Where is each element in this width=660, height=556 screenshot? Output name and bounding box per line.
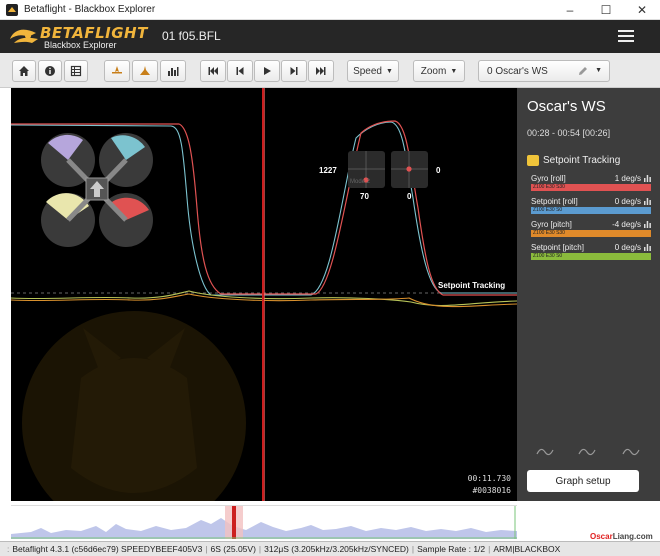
- betaflight-app-icon: [6, 3, 18, 16]
- table-icon: [70, 65, 82, 77]
- window-title-bar: Betaflight - Blackbox Explorer – ☐ ✕: [0, 0, 660, 20]
- stick-left-bottom-value: 70: [360, 192, 369, 201]
- graph-group-title[interactable]: Setpoint Tracking: [527, 155, 620, 166]
- step-back-icon: [236, 67, 244, 75]
- field-name: Gyro [roll]: [531, 174, 566, 183]
- field-value: 1 deg/s: [614, 174, 641, 183]
- field-value: -4 deg/s: [612, 220, 641, 229]
- stick-left-top-value: 1227: [319, 166, 337, 175]
- stick-right-bottom-value: 0: [407, 192, 412, 201]
- tripod-icon: [140, 66, 150, 75]
- speed-dropdown[interactable]: Speed ▼: [347, 60, 399, 82]
- craft-diagram: [41, 133, 153, 247]
- legend-field[interactable]: Gyro [pitch] -4 deg/s Z100 E30 S30: [531, 220, 651, 242]
- graph-group-icon: [527, 155, 539, 166]
- analyser-view-button[interactable]: [160, 60, 186, 82]
- minimize-button[interactable]: –: [552, 0, 588, 20]
- sample-rate-info: Sample Rate : 1/2: [417, 544, 486, 554]
- home-icon: [19, 66, 29, 76]
- field-name: Setpoint [pitch]: [531, 243, 584, 252]
- info-icon: [45, 66, 55, 76]
- skip-to-start-button[interactable]: [200, 60, 226, 82]
- watermark-suffix: Liang.com: [612, 532, 653, 541]
- legend-field[interactable]: Setpoint [pitch] 0 deg/s Z100 E30 S0: [531, 243, 651, 265]
- field-color-strip: Z100 E30 S0: [531, 207, 651, 214]
- mascot-watermark: [22, 311, 246, 501]
- window-title: Betaflight - Blackbox Explorer: [24, 4, 156, 15]
- play-icon: [264, 67, 271, 75]
- app-header: BETAFLIGHT Blackbox Explorer 01 f05.BFL: [0, 20, 660, 53]
- playback-cursor: [262, 88, 264, 501]
- seek-bar[interactable]: [11, 505, 517, 539]
- skip-start-icon: [208, 67, 218, 75]
- log-filename: 01 f05.BFL: [162, 29, 221, 43]
- view-mode-icons: [536, 448, 640, 456]
- skip-to-end-button[interactable]: [308, 60, 334, 82]
- field-color-strip: Z100 E30 S30: [531, 230, 651, 237]
- play-button[interactable]: [254, 60, 280, 82]
- spectrum-icon[interactable]: [644, 175, 651, 182]
- toolbar: Speed ▼ Zoom ▼ 0 Oscar's WS ▼: [0, 53, 660, 88]
- zoom-label: Zoom: [420, 65, 447, 77]
- chevron-down-icon: ▼: [450, 67, 458, 75]
- graph-setup-button[interactable]: Graph setup: [527, 470, 639, 492]
- legend-field[interactable]: Setpoint [roll] 0 deg/s Z100 E30 S0: [531, 197, 651, 219]
- field-name: Gyro [pitch]: [531, 220, 572, 229]
- home-button[interactable]: [12, 60, 36, 82]
- menu-icon[interactable]: [618, 30, 634, 42]
- wave-icon: [622, 448, 640, 456]
- chevron-down-icon: ▼: [595, 67, 602, 74]
- log-graph[interactable]: 1227 70 0 0 Mode 2 Setpoint Tracking 00:…: [11, 88, 517, 501]
- craft-view-button[interactable]: [104, 60, 130, 82]
- seek-bar-canvas: [11, 506, 517, 539]
- site-watermark: OscarLiang.com: [590, 532, 653, 541]
- pencil-icon[interactable]: [577, 65, 589, 77]
- graph-group-label: Setpoint Tracking: [543, 155, 621, 166]
- sticks-view-button[interactable]: [132, 60, 158, 82]
- wave-icon: [578, 448, 596, 456]
- maximize-button[interactable]: ☐: [588, 0, 624, 20]
- time-range: 00:28 - 00:54 [00:26]: [527, 128, 611, 138]
- step-back-button[interactable]: [227, 60, 253, 82]
- watermark-prefix: Oscar: [590, 532, 613, 541]
- graph-icon: [168, 67, 179, 76]
- legend-panel: Oscar's WS 00:28 - 00:54 [00:26] Setpoin…: [517, 88, 660, 501]
- field-value: 0 deg/s: [614, 197, 641, 206]
- zoom-dropdown[interactable]: Zoom ▼: [413, 60, 465, 82]
- status-bar: : Betaflight 4.3.1 (c56d6ec79) SPEEDYBEE…: [0, 541, 660, 556]
- legend-field[interactable]: Gyro [roll] 1 deg/s Z100 E30 S30: [531, 174, 651, 196]
- field-name: Setpoint [roll]: [531, 197, 578, 206]
- field-color-strip: Z100 E30 S0: [531, 253, 651, 260]
- spectrum-icon[interactable]: [644, 221, 651, 228]
- graph-canvas: [11, 88, 517, 501]
- workspace-select[interactable]: 0 Oscar's WS ▼: [478, 60, 610, 82]
- speed-label: Speed: [353, 65, 382, 77]
- skip-end-icon: [316, 67, 326, 75]
- current-time: 00:11.730: [467, 474, 511, 483]
- stick-mode-label: Mode 2: [350, 179, 371, 185]
- table-button[interactable]: [64, 60, 88, 82]
- brand-subtitle: Blackbox Explorer: [44, 40, 117, 50]
- close-button[interactable]: ✕: [624, 0, 660, 20]
- field-color-strip: Z100 E30 S30: [531, 184, 651, 191]
- step-forward-icon: [290, 67, 298, 75]
- firmware-info: Betaflight 4.3.1 (c56d6ec79) SPEEDYBEEF4…: [12, 544, 203, 554]
- spectrum-icon[interactable]: [644, 244, 651, 251]
- stick-right-top-value: 0: [436, 166, 441, 175]
- battery-info: 6S (25.05V): [210, 544, 256, 554]
- trace-group-label: Setpoint Tracking: [438, 281, 506, 290]
- quad-icon: [112, 66, 122, 74]
- flags-info: ARM|BLACKBOX: [493, 544, 561, 554]
- spectrum-icon[interactable]: [644, 198, 651, 205]
- frame-number: #0038016: [472, 486, 511, 495]
- craft-name: Oscar's WS: [527, 98, 606, 115]
- looptime-info: 312μS (3.205kHz/3.205kHz/SYNCED): [264, 544, 409, 554]
- workspace-label: 0 Oscar's WS: [487, 65, 548, 77]
- step-forward-button[interactable]: [281, 60, 307, 82]
- info-button[interactable]: [38, 60, 62, 82]
- chevron-down-icon: ▼: [385, 67, 393, 75]
- wave-icon: [536, 448, 554, 456]
- throttle-overview: [11, 518, 517, 539]
- field-value: 0 deg/s: [614, 243, 641, 252]
